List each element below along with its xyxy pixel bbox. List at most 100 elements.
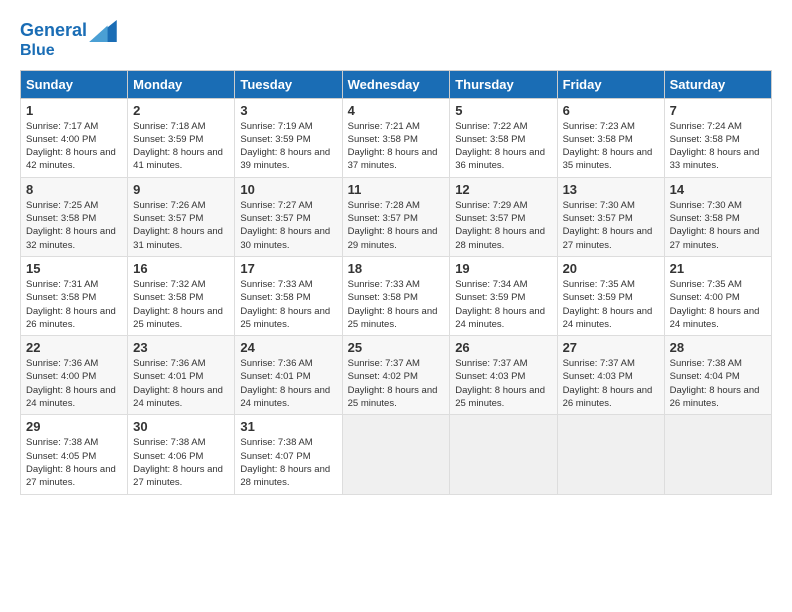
day-number: 25: [348, 340, 445, 355]
day-header-tuesday: Tuesday: [235, 70, 342, 98]
day-info: Sunrise: 7:27 AMSunset: 3:57 PMDaylight:…: [240, 200, 330, 251]
logo-icon: [89, 20, 117, 42]
day-number: 30: [133, 419, 229, 434]
calendar-cell: 11 Sunrise: 7:28 AMSunset: 3:57 PMDaylig…: [342, 177, 450, 256]
calendar-cell: 8 Sunrise: 7:25 AMSunset: 3:58 PMDayligh…: [21, 177, 128, 256]
day-info: Sunrise: 7:36 AMSunset: 4:00 PMDaylight:…: [26, 358, 116, 409]
calendar-cell: 25 Sunrise: 7:37 AMSunset: 4:02 PMDaylig…: [342, 336, 450, 415]
calendar-cell: 26 Sunrise: 7:37 AMSunset: 4:03 PMDaylig…: [450, 336, 557, 415]
calendar-cell: 15 Sunrise: 7:31 AMSunset: 3:58 PMDaylig…: [21, 256, 128, 335]
calendar-cell: 19 Sunrise: 7:34 AMSunset: 3:59 PMDaylig…: [450, 256, 557, 335]
day-info: Sunrise: 7:38 AMSunset: 4:07 PMDaylight:…: [240, 437, 330, 488]
calendar-week-row: 8 Sunrise: 7:25 AMSunset: 3:58 PMDayligh…: [21, 177, 772, 256]
calendar-week-row: 22 Sunrise: 7:36 AMSunset: 4:00 PMDaylig…: [21, 336, 772, 415]
calendar-cell: 29 Sunrise: 7:38 AMSunset: 4:05 PMDaylig…: [21, 415, 128, 494]
day-number: 6: [563, 103, 659, 118]
logo-text: General: [20, 21, 87, 41]
calendar-week-row: 15 Sunrise: 7:31 AMSunset: 3:58 PMDaylig…: [21, 256, 772, 335]
day-header-friday: Friday: [557, 70, 664, 98]
calendar-cell: 2 Sunrise: 7:18 AMSunset: 3:59 PMDayligh…: [128, 98, 235, 177]
calendar-week-row: 29 Sunrise: 7:38 AMSunset: 4:05 PMDaylig…: [21, 415, 772, 494]
logo: General Blue: [20, 20, 117, 60]
day-info: Sunrise: 7:29 AMSunset: 3:57 PMDaylight:…: [455, 200, 545, 251]
day-info: Sunrise: 7:38 AMSunset: 4:04 PMDaylight:…: [670, 358, 760, 409]
day-info: Sunrise: 7:34 AMSunset: 3:59 PMDaylight:…: [455, 279, 545, 330]
calendar-cell: 1 Sunrise: 7:17 AMSunset: 4:00 PMDayligh…: [21, 98, 128, 177]
day-info: Sunrise: 7:30 AMSunset: 3:57 PMDaylight:…: [563, 200, 653, 251]
day-number: 20: [563, 261, 659, 276]
day-number: 10: [240, 182, 336, 197]
calendar-cell: 5 Sunrise: 7:22 AMSunset: 3:58 PMDayligh…: [450, 98, 557, 177]
calendar-cell: 27 Sunrise: 7:37 AMSunset: 4:03 PMDaylig…: [557, 336, 664, 415]
calendar-cell: 22 Sunrise: 7:36 AMSunset: 4:00 PMDaylig…: [21, 336, 128, 415]
day-number: 9: [133, 182, 229, 197]
day-number: 28: [670, 340, 766, 355]
day-number: 29: [26, 419, 122, 434]
calendar-cell: 24 Sunrise: 7:36 AMSunset: 4:01 PMDaylig…: [235, 336, 342, 415]
day-number: 5: [455, 103, 551, 118]
day-number: 13: [563, 182, 659, 197]
day-info: Sunrise: 7:31 AMSunset: 3:58 PMDaylight:…: [26, 279, 116, 330]
day-number: 12: [455, 182, 551, 197]
day-info: Sunrise: 7:35 AMSunset: 4:00 PMDaylight:…: [670, 279, 760, 330]
day-info: Sunrise: 7:37 AMSunset: 4:03 PMDaylight:…: [455, 358, 545, 409]
day-number: 27: [563, 340, 659, 355]
day-number: 14: [670, 182, 766, 197]
day-info: Sunrise: 7:25 AMSunset: 3:58 PMDaylight:…: [26, 200, 116, 251]
day-header-saturday: Saturday: [664, 70, 771, 98]
day-number: 11: [348, 182, 445, 197]
calendar-cell: 17 Sunrise: 7:33 AMSunset: 3:58 PMDaylig…: [235, 256, 342, 335]
logo-blue: Blue: [20, 42, 117, 60]
calendar-week-row: 1 Sunrise: 7:17 AMSunset: 4:00 PMDayligh…: [21, 98, 772, 177]
calendar-header-row: SundayMondayTuesdayWednesdayThursdayFrid…: [21, 70, 772, 98]
calendar-cell: 13 Sunrise: 7:30 AMSunset: 3:57 PMDaylig…: [557, 177, 664, 256]
calendar-cell: 4 Sunrise: 7:21 AMSunset: 3:58 PMDayligh…: [342, 98, 450, 177]
day-info: Sunrise: 7:33 AMSunset: 3:58 PMDaylight:…: [240, 279, 330, 330]
day-info: Sunrise: 7:37 AMSunset: 4:03 PMDaylight:…: [563, 358, 653, 409]
calendar-cell: 30 Sunrise: 7:38 AMSunset: 4:06 PMDaylig…: [128, 415, 235, 494]
day-number: 23: [133, 340, 229, 355]
day-number: 7: [670, 103, 766, 118]
day-number: 2: [133, 103, 229, 118]
day-info: Sunrise: 7:36 AMSunset: 4:01 PMDaylight:…: [240, 358, 330, 409]
day-info: Sunrise: 7:21 AMSunset: 3:58 PMDaylight:…: [348, 121, 438, 172]
day-number: 17: [240, 261, 336, 276]
day-info: Sunrise: 7:28 AMSunset: 3:57 PMDaylight:…: [348, 200, 438, 251]
day-info: Sunrise: 7:33 AMSunset: 3:58 PMDaylight:…: [348, 279, 438, 330]
day-info: Sunrise: 7:19 AMSunset: 3:59 PMDaylight:…: [240, 121, 330, 172]
day-info: Sunrise: 7:36 AMSunset: 4:01 PMDaylight:…: [133, 358, 223, 409]
day-info: Sunrise: 7:18 AMSunset: 3:59 PMDaylight:…: [133, 121, 223, 172]
day-info: Sunrise: 7:26 AMSunset: 3:57 PMDaylight:…: [133, 200, 223, 251]
day-number: 26: [455, 340, 551, 355]
calendar-cell: 6 Sunrise: 7:23 AMSunset: 3:58 PMDayligh…: [557, 98, 664, 177]
calendar-cell: 10 Sunrise: 7:27 AMSunset: 3:57 PMDaylig…: [235, 177, 342, 256]
calendar-cell: [557, 415, 664, 494]
day-number: 3: [240, 103, 336, 118]
day-info: Sunrise: 7:24 AMSunset: 3:58 PMDaylight:…: [670, 121, 760, 172]
day-info: Sunrise: 7:22 AMSunset: 3:58 PMDaylight:…: [455, 121, 545, 172]
day-info: Sunrise: 7:30 AMSunset: 3:58 PMDaylight:…: [670, 200, 760, 251]
calendar-cell: 3 Sunrise: 7:19 AMSunset: 3:59 PMDayligh…: [235, 98, 342, 177]
day-number: 19: [455, 261, 551, 276]
day-number: 1: [26, 103, 122, 118]
calendar-cell: 18 Sunrise: 7:33 AMSunset: 3:58 PMDaylig…: [342, 256, 450, 335]
day-info: Sunrise: 7:17 AMSunset: 4:00 PMDaylight:…: [26, 121, 116, 172]
header: General Blue: [20, 20, 772, 60]
day-header-thursday: Thursday: [450, 70, 557, 98]
calendar-cell: 23 Sunrise: 7:36 AMSunset: 4:01 PMDaylig…: [128, 336, 235, 415]
calendar-cell: [664, 415, 771, 494]
calendar-cell: [342, 415, 450, 494]
day-info: Sunrise: 7:32 AMSunset: 3:58 PMDaylight:…: [133, 279, 223, 330]
day-number: 15: [26, 261, 122, 276]
calendar-cell: 9 Sunrise: 7:26 AMSunset: 3:57 PMDayligh…: [128, 177, 235, 256]
day-number: 22: [26, 340, 122, 355]
calendar-cell: [450, 415, 557, 494]
day-header-wednesday: Wednesday: [342, 70, 450, 98]
calendar-cell: 12 Sunrise: 7:29 AMSunset: 3:57 PMDaylig…: [450, 177, 557, 256]
calendar-cell: 28 Sunrise: 7:38 AMSunset: 4:04 PMDaylig…: [664, 336, 771, 415]
day-number: 16: [133, 261, 229, 276]
day-info: Sunrise: 7:37 AMSunset: 4:02 PMDaylight:…: [348, 358, 438, 409]
day-number: 8: [26, 182, 122, 197]
day-number: 31: [240, 419, 336, 434]
day-info: Sunrise: 7:35 AMSunset: 3:59 PMDaylight:…: [563, 279, 653, 330]
